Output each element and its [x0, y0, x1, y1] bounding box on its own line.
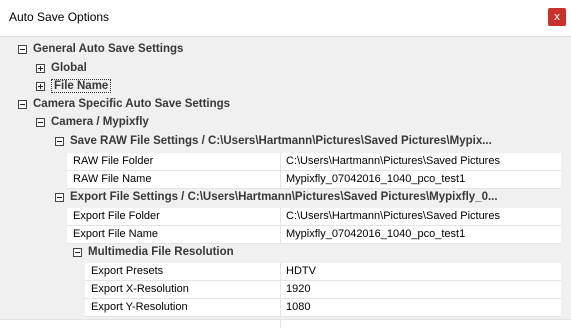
category-label: Global	[51, 62, 87, 74]
collapse-icon[interactable]	[73, 248, 82, 257]
property-name: Export Presets	[91, 265, 164, 277]
property-name: Export File Folder	[73, 210, 160, 222]
collapse-icon[interactable]	[18, 45, 27, 54]
title-bar: Auto Save Options x	[0, 0, 571, 36]
collapse-icon[interactable]	[36, 118, 45, 127]
category-export-settings[interactable]: Export File Settings / C:\Users\Hartmann…	[55, 190, 565, 207]
property-row-export-file-folder[interactable]: Export File Folder C:\Users\Hartmann\Pic…	[67, 208, 561, 226]
window-title: Auto Save Options	[9, 10, 110, 24]
property-value[interactable]: Mypixfly_07042016_1040_pco_test1	[280, 226, 561, 244]
collapse-icon[interactable]	[55, 193, 64, 202]
property-name: RAW File Name	[73, 173, 152, 185]
property-value[interactable]: 1080	[280, 299, 561, 317]
property-row-export-file-name[interactable]: Export File Name Mypixfly_07042016_1040_…	[67, 226, 561, 244]
collapse-icon[interactable]	[55, 137, 64, 146]
property-value[interactable]: HDTV	[280, 263, 561, 281]
expand-icon[interactable]	[36, 64, 45, 73]
category-camera-mypixfly[interactable]: Camera / Mypixfly	[36, 115, 556, 132]
close-button[interactable]: x	[548, 8, 566, 26]
property-name: Export File Name	[73, 228, 158, 240]
property-value[interactable]: Mypixfly_07042016_1040_pco_test1	[280, 171, 561, 189]
category-save-raw-settings[interactable]: Save RAW File Settings / C:\Users\Hartma…	[55, 134, 565, 151]
property-row-raw-file-name[interactable]: RAW File Name Mypixfly_07042016_1040_pco…	[67, 171, 561, 189]
category-label: Camera / Mypixfly	[51, 116, 149, 128]
property-row-export-y-resolution[interactable]: Export Y-Resolution 1080	[85, 299, 561, 317]
category-label: Export File Settings / C:\Users\Hartmann…	[70, 191, 498, 203]
category-label: General Auto Save Settings	[33, 43, 184, 55]
property-grid: General Auto Save Settings Global File N…	[0, 36, 571, 328]
property-row-export-x-resolution[interactable]: Export X-Resolution 1920	[85, 281, 561, 299]
category-label: Camera Specific Auto Save Settings	[33, 98, 231, 110]
expand-icon[interactable]	[36, 82, 45, 91]
empty-row	[0, 319, 571, 328]
category-multimedia-resolution[interactable]: Multimedia File Resolution	[73, 245, 561, 262]
category-label: Save RAW File Settings / C:\Users\Hartma…	[70, 135, 492, 147]
property-row-raw-file-folder[interactable]: RAW File Folder C:\Users\Hartmann\Pictur…	[67, 153, 561, 171]
category-label: File Name	[51, 79, 112, 93]
property-value[interactable]: C:\Users\Hartmann\Pictures\Saved Picture…	[280, 153, 561, 171]
category-camera-specific[interactable]: Camera Specific Auto Save Settings	[18, 97, 558, 114]
category-global[interactable]: Global	[36, 61, 556, 78]
property-value[interactable]: 1920	[280, 281, 561, 299]
property-name: Export X-Resolution	[91, 283, 189, 295]
property-name: Export Y-Resolution	[91, 301, 188, 313]
property-value[interactable]: C:\Users\Hartmann\Pictures\Saved Picture…	[280, 208, 561, 226]
column-divider	[280, 320, 281, 328]
category-file-name[interactable]: File Name	[36, 79, 556, 96]
category-label: Multimedia File Resolution	[88, 246, 234, 258]
property-name: RAW File Folder	[73, 155, 154, 167]
property-row-export-presets[interactable]: Export Presets HDTV	[85, 263, 561, 281]
collapse-icon[interactable]	[18, 100, 27, 109]
category-general-auto-save[interactable]: General Auto Save Settings	[18, 42, 558, 59]
